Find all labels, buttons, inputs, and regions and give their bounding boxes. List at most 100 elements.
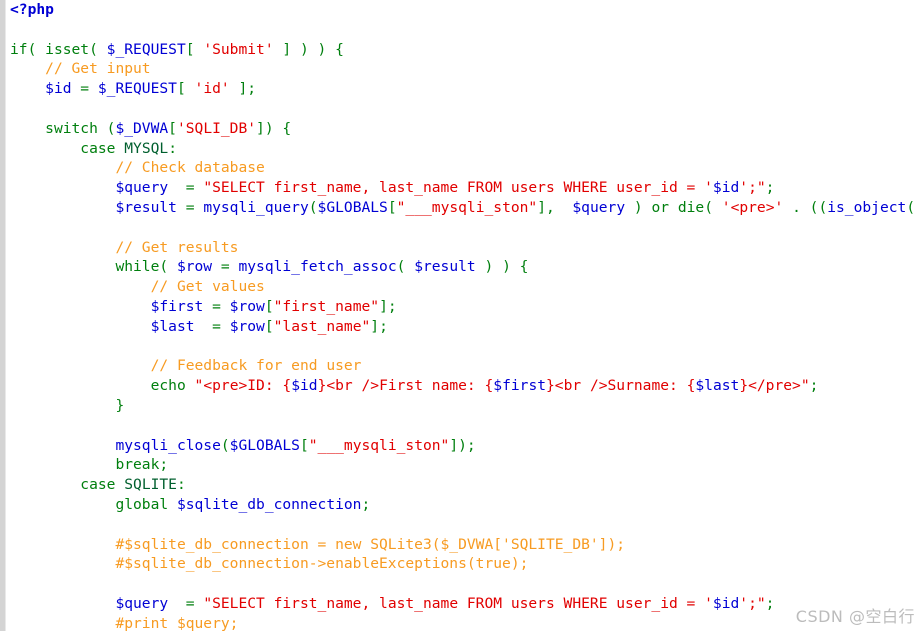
code-token-def xyxy=(10,377,151,394)
code-token-def xyxy=(10,179,115,196)
code-token-com: #$sqlite_db_connection = new SQLite3($_D… xyxy=(115,535,626,553)
code-token-kw: ( xyxy=(159,258,177,276)
code-token-def xyxy=(10,496,115,513)
code-token-kw: ( xyxy=(27,40,46,58)
code-token-kw: [ xyxy=(299,436,309,454)
code-listing[interactable]: <?php if( isset( $_REQUEST[ 'Submit' ] )… xyxy=(6,0,923,631)
code-token-kw: ] ) ) { xyxy=(273,40,344,58)
code-token-var: $id xyxy=(45,80,72,98)
code-token-var: $row xyxy=(229,317,265,335)
code-token-kw: [ xyxy=(185,40,204,58)
code-token-tag: <?php xyxy=(10,1,54,18)
code-token-kw: switch xyxy=(45,119,98,137)
code-token-var: $GLOBALS xyxy=(229,436,300,454)
code-token-const: SQLITE xyxy=(124,476,177,494)
code-token-kw: = xyxy=(194,317,230,335)
code-token-def xyxy=(186,377,195,394)
code-token-kw: [ xyxy=(176,80,195,98)
code-token-kw: = xyxy=(71,80,98,98)
code-token-def xyxy=(10,397,115,414)
code-line: $query = "SELECT first_name, last_name F… xyxy=(6,594,923,614)
code-token-kw: : xyxy=(168,139,177,157)
code-line: // Check database xyxy=(6,158,923,178)
code-token-var: $row xyxy=(176,258,213,276)
code-token-def xyxy=(10,456,115,473)
code-line: $query = "SELECT first_name, last_name F… xyxy=(6,178,923,198)
code-token-def xyxy=(10,258,115,275)
code-token-com: // Get results xyxy=(115,238,239,256)
code-token-str: "___mysqli_ston" xyxy=(396,198,538,216)
code-token-var: $sqlite_db_connection xyxy=(176,495,362,513)
code-line: echo "<pre>ID: {$id}<br />First name: { $… xyxy=(6,376,923,396)
code-token-kw: ( xyxy=(220,436,230,454)
code-token-var: $GLOBALS xyxy=(317,198,388,216)
csdn-watermark: CSDN @空白行 xyxy=(795,607,915,626)
code-line: // Get values xyxy=(6,277,923,297)
code-line: $last = $row["last_name"]; xyxy=(6,317,923,337)
code-token-kw: = xyxy=(176,198,204,216)
code-token-kw: if xyxy=(10,40,28,58)
code-line: case MYSQL: xyxy=(6,139,923,159)
code-token-kw: ]) { xyxy=(256,119,292,137)
code-token-str: 'SQLI_DB' xyxy=(176,119,257,137)
code-token-kw: ; xyxy=(765,594,775,612)
code-token-kw: break xyxy=(115,456,160,474)
code-token-def xyxy=(10,199,115,216)
code-token-com: // Get input xyxy=(45,60,151,78)
code-token-str: "SELECT first_name, last_name FROM users… xyxy=(203,179,713,197)
code-token-def xyxy=(10,476,80,493)
code-token-var: $result xyxy=(414,258,476,276)
code-token-var: $last xyxy=(695,377,740,395)
code-token-kw: ]; xyxy=(370,317,388,335)
code-token-def xyxy=(10,140,80,157)
code-token-kw: = xyxy=(168,594,204,612)
code-token-str: ';" xyxy=(739,594,766,612)
code-token-str: '<pre>' xyxy=(721,198,784,216)
code-token-var: $query xyxy=(115,594,169,612)
code-token-var: $row xyxy=(229,297,265,315)
code-token-def xyxy=(10,80,45,97)
code-token-str: "<pre>ID: { xyxy=(194,377,292,395)
code-token-kw: ; xyxy=(765,179,775,197)
code-token-com: // Feedback for end user xyxy=(150,357,362,375)
code-token-var: $first xyxy=(150,297,204,315)
code-line: // Get input xyxy=(6,59,923,79)
code-token-kw: = xyxy=(212,258,239,276)
code-token-kw: die xyxy=(677,198,705,216)
code-token-kw: } xyxy=(115,396,125,414)
code-token-const: MYSQL xyxy=(124,139,169,157)
code-token-kw: isset xyxy=(45,40,90,58)
code-line: } xyxy=(6,396,923,416)
code-line: // Get results xyxy=(6,238,923,258)
code-token-com: // Get values xyxy=(150,278,265,296)
code-token-def xyxy=(115,140,124,157)
code-token-var: $id xyxy=(291,377,318,395)
code-token-str: "last_name" xyxy=(273,317,371,335)
code-token-def xyxy=(10,357,151,374)
code-token-def xyxy=(10,159,115,176)
code-line: break; xyxy=(6,455,923,475)
code-token-def xyxy=(10,318,151,335)
code-token-kw: = xyxy=(203,297,230,315)
code-token-str: }<br />First name: { xyxy=(317,377,494,395)
code-token-def xyxy=(10,278,151,295)
code-token-kw: [ xyxy=(168,119,177,137)
code-token-def xyxy=(10,120,45,137)
code-token-var: is_object xyxy=(827,198,907,216)
code-token-kw: echo xyxy=(150,377,186,395)
code-token-kw: case xyxy=(80,476,116,494)
code-token-kw: [ xyxy=(387,198,397,216)
code-token-str: "SELECT first_name, last_name FROM users… xyxy=(203,594,713,612)
code-line: mysqli_close($GLOBALS["___mysqli_ston"])… xyxy=(6,436,923,456)
code-line: if( isset( $_REQUEST[ 'Submit' ] ) ) { xyxy=(6,40,923,60)
code-token-def xyxy=(168,496,177,513)
code-token-def xyxy=(10,595,115,612)
code-token-def xyxy=(10,615,115,631)
code-token-com: // Check database xyxy=(115,159,265,177)
code-token-kw: = xyxy=(168,179,204,197)
code-token-kw: ]); xyxy=(449,436,476,454)
